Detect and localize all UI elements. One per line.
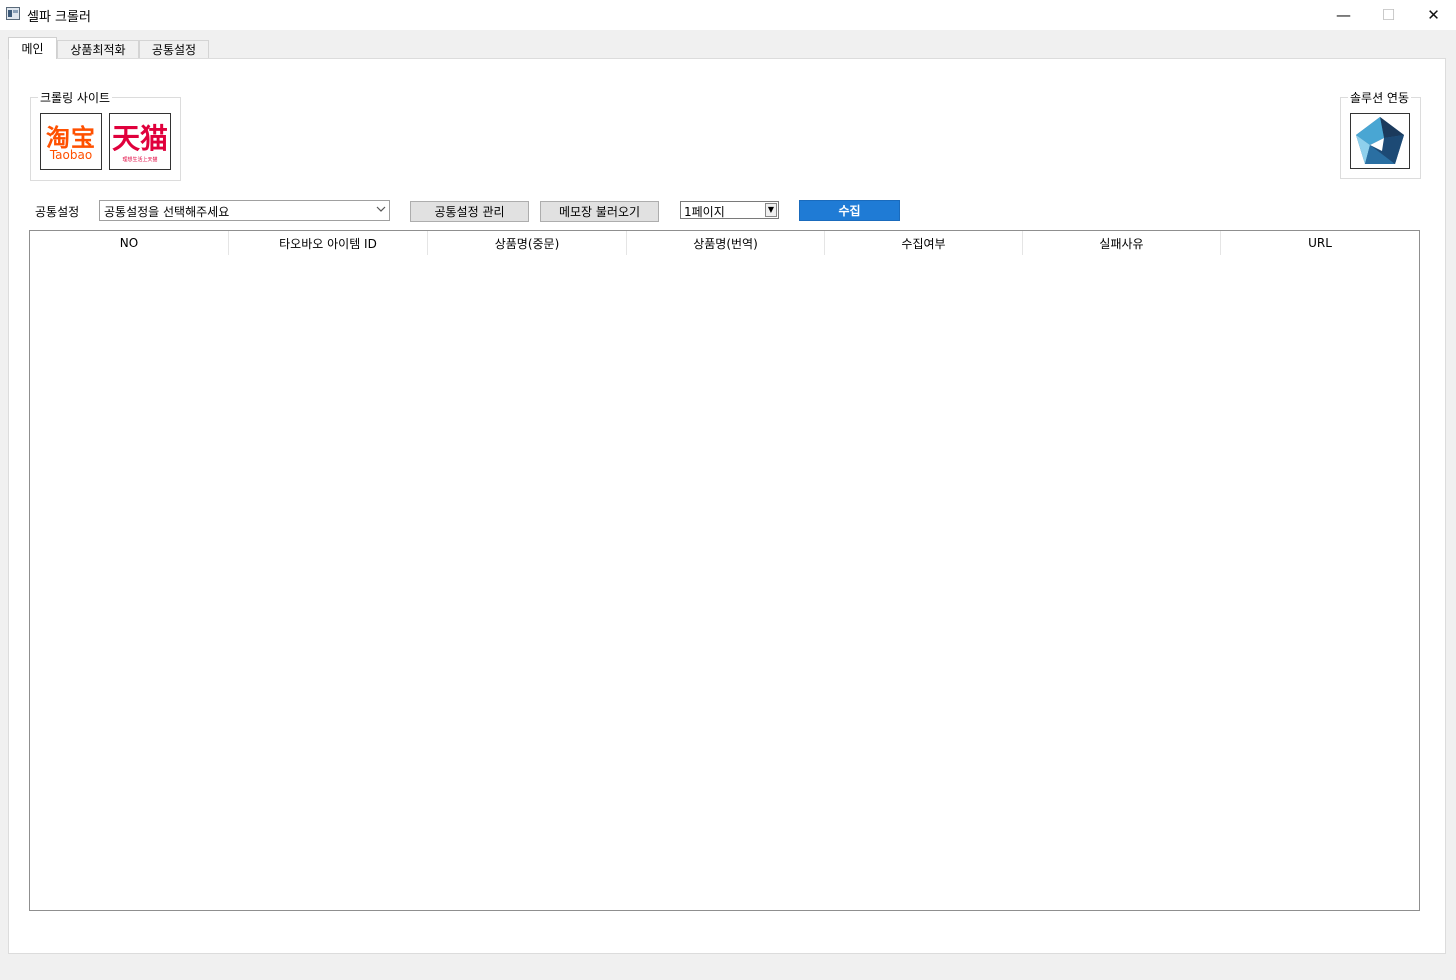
main-tab-panel: 크롤링 사이트 淘宝 Taobao 天猫 理想生活上天猫 솔루션 연동 공통설정… xyxy=(8,58,1446,954)
column-header-name-translated[interactable]: 상품명(번역) xyxy=(627,231,825,255)
solution-group-title: 솔루션 연동 xyxy=(1348,89,1412,106)
chevron-down-icon xyxy=(376,204,386,217)
common-settings-manage-button[interactable]: 공통설정 관리 xyxy=(410,201,529,222)
collect-button[interactable]: 수집 xyxy=(799,200,900,221)
solution-group: 솔루션 연동 xyxy=(1340,89,1421,179)
common-settings-combobox-value: 공통설정을 선택해주세요 xyxy=(104,205,230,219)
app-window-icon xyxy=(6,7,20,20)
minimize-icon: — xyxy=(1336,6,1351,24)
tmall-logo-slogan: 理想生活上天猫 xyxy=(122,157,158,163)
taobao-logo-subtext: Taobao xyxy=(49,148,93,162)
dropdown-arrow-icon: ▼ xyxy=(765,203,777,217)
page-count-select-value: 1페이지 xyxy=(684,205,725,219)
maximize-button[interactable]: ☐ xyxy=(1366,0,1411,30)
tmall-site-button[interactable]: 天猫 理想生活上天猫 xyxy=(109,113,171,170)
taobao-site-button[interactable]: 淘宝 Taobao xyxy=(40,113,102,170)
tab-common-settings[interactable]: 공통설정 xyxy=(139,40,209,58)
load-notepad-button[interactable]: 메모장 불러오기 xyxy=(540,201,659,222)
crawling-site-group: 크롤링 사이트 淘宝 Taobao 天猫 理想生活上天猫 xyxy=(30,89,181,181)
results-table[interactable]: NO 타오바오 아이템 ID 상품명(중문) 상품명(번역) 수집여부 실패사유… xyxy=(29,230,1420,911)
table-header: NO 타오바오 아이템 ID 상품명(중문) 상품명(번역) 수집여부 실패사유… xyxy=(30,231,1419,255)
maximize-icon: ☐ xyxy=(1381,6,1396,24)
tab-main[interactable]: 메인 xyxy=(8,37,57,59)
tmall-logo-text: 天猫 xyxy=(111,122,168,155)
common-settings-combobox[interactable]: 공통설정을 선택해주세요 xyxy=(99,200,390,221)
column-header-item-id[interactable]: 타오바오 아이템 ID xyxy=(229,231,428,255)
column-header-url[interactable]: URL xyxy=(1221,231,1419,255)
tab-product-optimization[interactable]: 상품최적화 xyxy=(57,40,139,58)
page-count-select[interactable]: 1페이지 ▼ xyxy=(680,201,779,219)
pentagon-logo-icon xyxy=(1356,117,1404,164)
column-header-name-chinese[interactable]: 상품명(중문) xyxy=(428,231,627,255)
column-header-collected[interactable]: 수집여부 xyxy=(825,231,1023,255)
close-icon: ✕ xyxy=(1427,6,1440,24)
solution-link-button[interactable] xyxy=(1350,113,1410,169)
common-settings-label: 공통설정 xyxy=(35,205,80,219)
column-header-fail-reason[interactable]: 실패사유 xyxy=(1023,231,1221,255)
title-bar: 셀파 크롤러 — ☐ ✕ xyxy=(0,0,1456,30)
window-title: 셀파 크롤러 xyxy=(27,10,91,25)
crawling-site-group-title: 크롤링 사이트 xyxy=(38,89,113,106)
close-button[interactable]: ✕ xyxy=(1411,0,1456,30)
column-header-no[interactable]: NO xyxy=(30,231,229,255)
minimize-button[interactable]: — xyxy=(1321,0,1366,30)
